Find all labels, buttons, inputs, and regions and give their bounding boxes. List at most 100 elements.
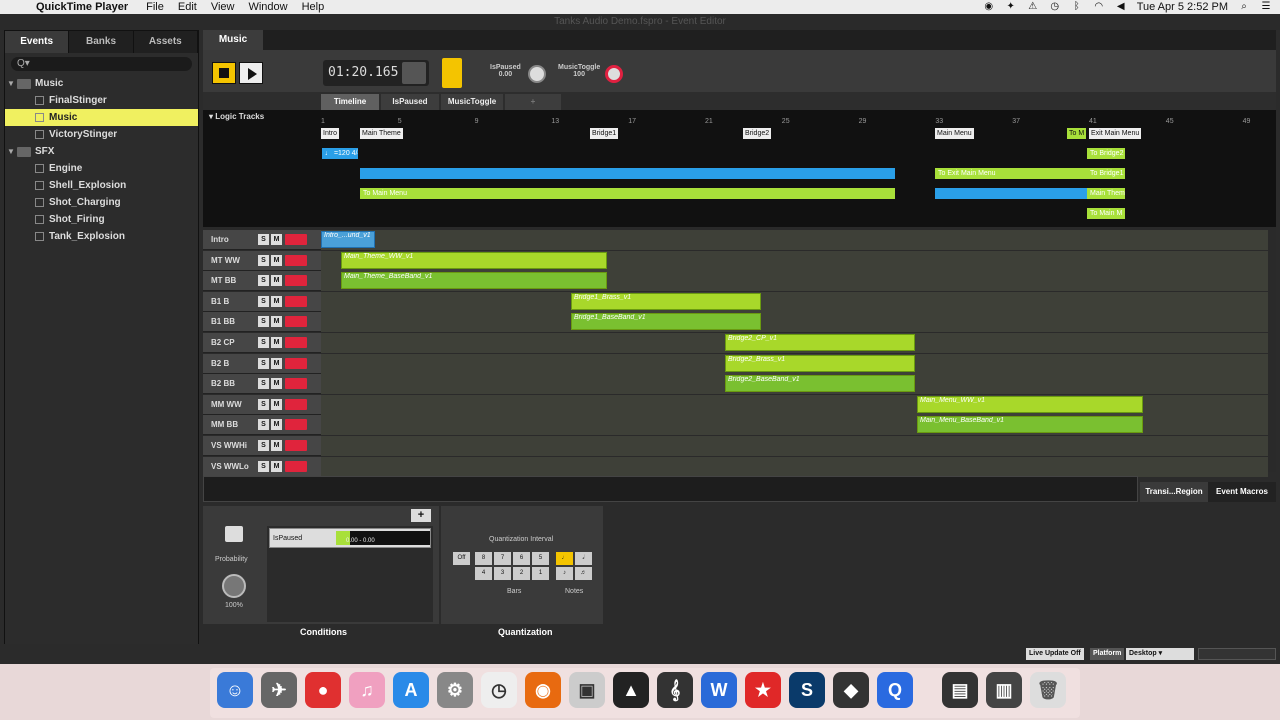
app-store-icon[interactable]: A (393, 672, 429, 708)
tempo-marker[interactable]: ♩ =120 4/4 (322, 148, 358, 159)
record-arm-button[interactable] (285, 460, 307, 472)
menu-window[interactable]: Window (248, 1, 287, 13)
menu-view[interactable]: View (211, 1, 235, 13)
timeline-overview[interactable] (203, 476, 1138, 502)
mute-button[interactable]: M (271, 398, 282, 410)
tree-event[interactable]: Music (5, 109, 198, 126)
bars-button[interactable]: 6 (513, 552, 530, 565)
platform-select[interactable]: Desktop ▾ (1126, 648, 1194, 660)
time-format-button[interactable] (402, 62, 426, 84)
audio-track[interactable]: MT BB S M Main_Theme_BaseBand_v1 (203, 271, 1268, 292)
launchpad-icon[interactable]: ✈ (261, 672, 297, 708)
tree-event[interactable]: VictoryStinger (5, 126, 198, 143)
audio-clip[interactable]: Main_Menu_BaseBand_v1 (917, 416, 1143, 434)
time-machine-icon[interactable]: ◷ (1049, 2, 1061, 12)
play-button[interactable] (239, 62, 263, 84)
audio-clip[interactable]: Main_Theme_WW_v1 (341, 251, 607, 269)
solo-button[interactable]: S (258, 337, 269, 348)
mute-button[interactable]: M (271, 440, 282, 451)
tree-event[interactable]: Shell_Explosion (5, 177, 198, 194)
unity-icon[interactable]: ◆ (833, 672, 869, 708)
audio-clip[interactable]: Bridge1_BaseBand_v1 (571, 313, 761, 331)
track-lane[interactable] (321, 312, 1268, 333)
tab-timeline[interactable]: Timeline (321, 94, 379, 110)
solo-button[interactable]: S (258, 254, 269, 266)
printer-icon[interactable]: ▤ (942, 672, 978, 708)
bluetooth-icon[interactable]: ᛒ (1071, 2, 1083, 12)
disclosure-triangle-icon[interactable]: ▼ (5, 143, 17, 160)
wifi-icon[interactable]: ◠ (1093, 2, 1105, 12)
bars-button[interactable]: 8 (475, 552, 492, 565)
record-arm-button[interactable] (285, 378, 307, 390)
marker-main-theme[interactable]: Main Theme (360, 128, 403, 139)
audio-clip[interactable]: Bridge2_CP_v1 (725, 334, 915, 351)
tab-assets[interactable]: Assets (133, 31, 198, 53)
ispaused-knob[interactable] (528, 65, 546, 83)
music-app-icon[interactable]: ● (305, 672, 341, 708)
note-sixteenth-button[interactable]: ♬ (575, 567, 592, 580)
menu-edit[interactable]: Edit (178, 1, 197, 13)
spotlight-icon[interactable]: ⌕ (1238, 2, 1250, 12)
audio-clip[interactable]: Bridge1_Brass_v1 (571, 292, 761, 310)
mute-button[interactable]: M (271, 378, 282, 390)
transition-to-main-menu[interactable]: To Main Menu (360, 188, 895, 199)
marker-main-menu[interactable]: Main Menu (935, 128, 974, 139)
audio-clip[interactable]: Main_Menu_WW_v1 (917, 395, 1143, 413)
mute-button[interactable]: M (271, 254, 282, 266)
mute-button[interactable]: M (271, 419, 282, 431)
notification-center-icon[interactable]: ☰ (1260, 2, 1272, 12)
record-arm-button[interactable] (285, 419, 307, 431)
firefox-icon[interactable]: ◉ (525, 672, 561, 708)
tab-transition-region[interactable]: Transi...Region (1140, 482, 1208, 502)
audio-clip[interactable]: Main_Theme_BaseBand_v1 (341, 272, 607, 290)
condition-range-slider[interactable]: 0.00 - 0.00 (336, 531, 430, 545)
transition-main-theme[interactable]: Main Theme (1087, 188, 1125, 199)
playlist-button[interactable] (442, 58, 462, 88)
record-arm-button[interactable] (285, 398, 307, 410)
record-icon[interactable]: ◉ (983, 2, 995, 12)
marker-intro[interactable]: Intro (321, 128, 340, 139)
solo-button[interactable]: S (258, 419, 269, 431)
solo-button[interactable]: S (258, 234, 269, 245)
sync-app-icon[interactable]: S (789, 672, 825, 708)
track-lane[interactable] (321, 230, 1268, 250)
mute-button[interactable]: M (271, 460, 282, 472)
musictoggle-knob[interactable] (605, 65, 623, 83)
marker-bridge1[interactable]: Bridge1 (590, 128, 619, 139)
volume-icon[interactable]: ◀ (1115, 2, 1127, 12)
track-lane[interactable] (321, 456, 1268, 477)
bars-button[interactable]: 5 (532, 552, 549, 565)
wunderlist-icon[interactable]: ★ (745, 672, 781, 708)
audio-track[interactable]: VS WWLo S M (203, 456, 1268, 477)
track-lane[interactable] (321, 291, 1268, 312)
fmod-studio-icon[interactable]: 𝄞 (657, 672, 693, 708)
downloads-stack-icon[interactable]: ▥ (986, 672, 1022, 708)
dropbox-icon[interactable]: ✦ (1005, 2, 1017, 12)
solo-button[interactable]: S (258, 275, 269, 287)
bars-button[interactable]: 1 (532, 567, 549, 580)
logic-tracks-label[interactable]: ▾ Logic Tracks (209, 112, 264, 121)
audio-track[interactable]: VS WWHi S M (203, 436, 1268, 456)
tree-event[interactable]: Engine (5, 160, 198, 177)
quantize-off-button[interactable]: Off (453, 552, 470, 565)
note-quarter-button[interactable]: ♩ (556, 552, 573, 565)
app-menu[interactable]: QuickTime Player (36, 1, 128, 13)
record-arm-button[interactable] (285, 234, 307, 245)
audio-track[interactable]: MM WW S M Main_Menu_WW_v1 (203, 394, 1268, 415)
tree-folder[interactable]: ▼ Music (5, 75, 198, 92)
record-arm-button[interactable] (285, 357, 307, 369)
stop-button[interactable] (212, 62, 236, 84)
solo-button[interactable]: S (258, 316, 269, 328)
marker-to-main[interactable]: To M (1067, 128, 1087, 139)
record-arm-button[interactable] (285, 275, 307, 287)
itunes-icon[interactable]: ♫ (349, 672, 385, 708)
main-menu-loop-region[interactable] (935, 188, 1087, 199)
add-condition-button[interactable]: + (411, 509, 431, 522)
record-arm-button[interactable] (285, 254, 307, 266)
probability-toggle-icon[interactable] (225, 526, 243, 542)
audio-track[interactable]: B2 B S M Bridge2_Brass_v1 (203, 353, 1268, 374)
bars-button[interactable]: 7 (494, 552, 511, 565)
audio-track[interactable]: B2 BB S M Bridge2_BaseBand_v1 (203, 374, 1268, 395)
audio-tool-icon[interactable]: ▲ (613, 672, 649, 708)
mute-button[interactable]: M (271, 357, 282, 369)
